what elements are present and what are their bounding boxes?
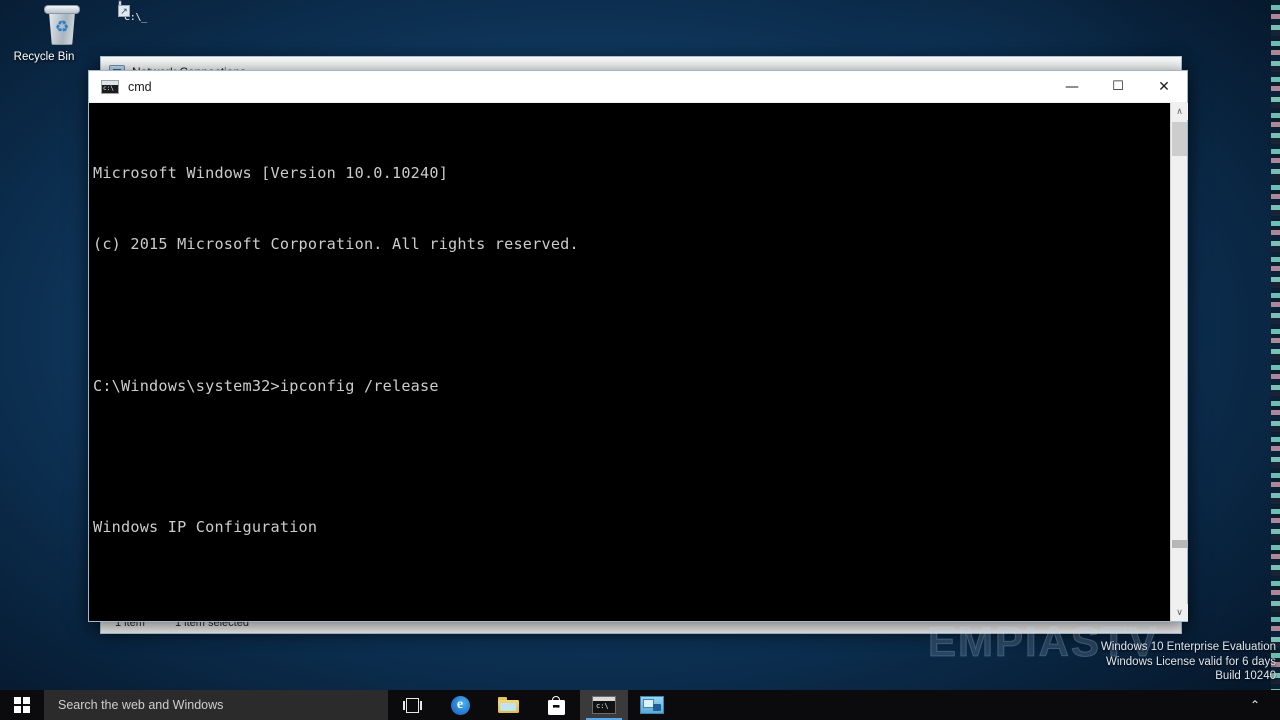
cmd-window-title: cmd [128, 79, 152, 94]
cmd-title-bar[interactable]: cmd — ☐ ✕ [89, 71, 1187, 103]
console-line: Microsoft Windows [Version 10.0.10240] [93, 164, 449, 183]
cmd-window-icon [101, 79, 119, 94]
task-view-icon [402, 697, 422, 713]
console-line: Windows IP Configuration [93, 518, 318, 537]
command-prompt-window[interactable]: cmd — ☐ ✕ Microsoft Windows [Version 10.… [88, 70, 1188, 622]
taskbar[interactable]: Search the web and Windows e c:\ ⌃ [0, 690, 1280, 720]
store-bag-icon [547, 695, 565, 715]
windows-evaluation-watermark: Windows 10 Enterprise Evaluation Windows… [1006, 640, 1276, 684]
network-connections-taskbar-icon [640, 696, 664, 714]
scrollbar-mark [1172, 540, 1187, 548]
taskbar-item-microsoft-edge[interactable]: e [436, 690, 484, 720]
maximize-button[interactable]: ☐ [1095, 71, 1141, 103]
command-prompt-icon: c:\ [592, 696, 616, 714]
system-tray[interactable]: ⌃ [1240, 690, 1280, 720]
eval-build-number: Build 10240 [1215, 670, 1276, 682]
desktop-icon-recycle-bin[interactable]: ♻ Recycle Bin [6, 4, 82, 64]
edge-icon: e [450, 695, 470, 715]
recycle-bin-icon: ♻ [6, 4, 82, 48]
taskbar-item-file-explorer[interactable] [484, 690, 532, 720]
shortcut-arrow-icon: ↗ [118, 5, 130, 17]
console-scrollbar[interactable]: ∧ ∨ [1170, 103, 1188, 621]
scroll-up-arrow-icon[interactable]: ∧ [1171, 103, 1188, 120]
console-line: C:\Windows\system32>ipconfig /release [93, 376, 439, 395]
console-line: (c) 2015 Microsoft Corporation. All righ… [93, 234, 579, 253]
eval-license-status: Windows License valid for 6 days [1105, 655, 1276, 668]
console-output[interactable]: Microsoft Windows [Version 10.0.10240] (… [89, 103, 1170, 621]
screen-edge-artifact [1271, 0, 1280, 690]
window-controls: — ☐ ✕ [1049, 71, 1187, 103]
eval-product-name: Windows 10 Enterprise Evaluation [1100, 641, 1276, 653]
taskbar-item-store[interactable] [532, 690, 580, 720]
cmd-shortcut-icon: C:\_ ↗ [82, 1, 158, 46]
desktop[interactable]: ♻ Recycle Bin C:\_ ↗ Network Connections… [0, 0, 1280, 720]
taskbar-icons: e c:\ [388, 690, 676, 720]
start-button[interactable] [0, 690, 44, 720]
folder-icon [497, 697, 519, 713]
taskbar-item-task-view[interactable] [388, 690, 436, 720]
close-button[interactable]: ✕ [1141, 71, 1187, 103]
desktop-icon-cmd-shortcut[interactable]: C:\_ ↗ [82, 1, 158, 49]
taskbar-item-command-prompt[interactable]: c:\ [580, 690, 628, 720]
scroll-down-arrow-icon[interactable]: ∨ [1171, 604, 1188, 621]
windows-logo-icon [14, 697, 30, 713]
cmd-client-area[interactable]: Microsoft Windows [Version 10.0.10240] (… [89, 103, 1188, 621]
desktop-icon-label: Recycle Bin [13, 51, 75, 63]
show-hidden-icons-chevron-icon[interactable]: ⌃ [1240, 698, 1270, 712]
taskbar-item-network-connections[interactable] [628, 690, 676, 720]
taskbar-search-input[interactable]: Search the web and Windows [44, 690, 388, 720]
minimize-button[interactable]: — [1049, 71, 1095, 103]
scrollbar-thumb[interactable] [1172, 122, 1187, 156]
search-placeholder-text: Search the web and Windows [58, 698, 224, 712]
